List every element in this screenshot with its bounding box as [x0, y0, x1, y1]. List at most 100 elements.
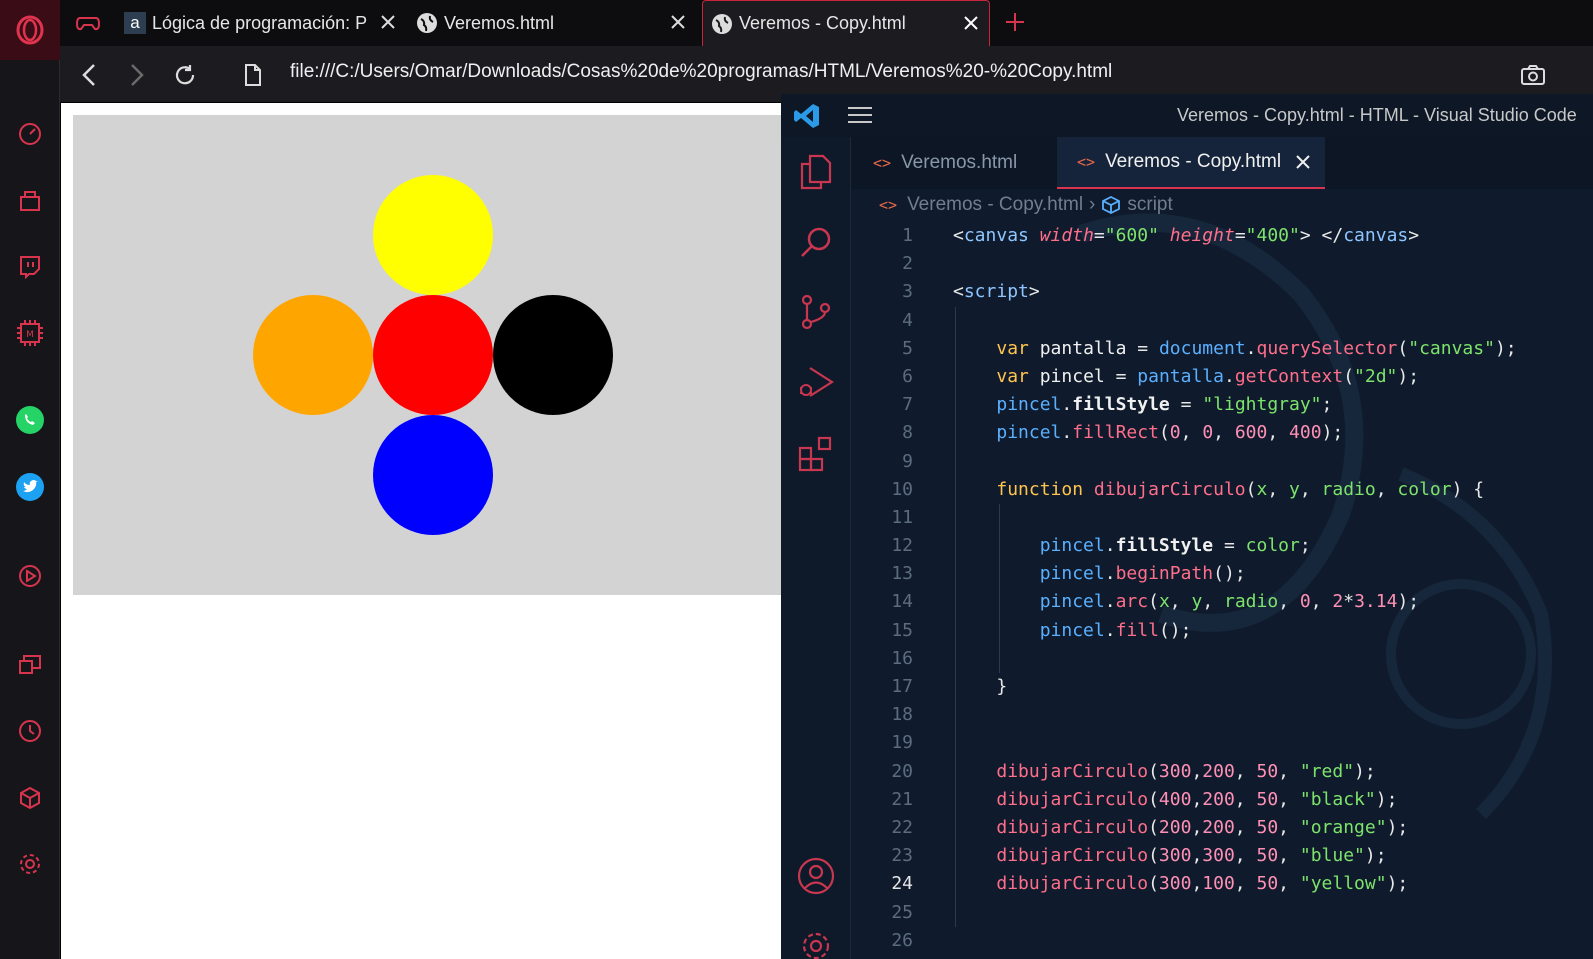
history-icon[interactable]: [14, 715, 46, 747]
code-text: dibujarCirculo(300,200, 50, "red");: [996, 760, 1376, 782]
code-line[interactable]: 15 pincel.fill();: [851, 617, 1593, 645]
code-line[interactable]: 8 pincel.fillRect(0, 0, 600, 400);: [851, 419, 1593, 447]
code-text: <canvas width="600" height="400"> </canv…: [953, 225, 1420, 246]
url-field[interactable]: file:///C:/Users/Omar/Downloads/Cosas%20…: [290, 61, 1112, 83]
code-text: pincel.beginPath();: [1039, 563, 1246, 585]
tabs-overview-icon[interactable]: [14, 649, 46, 681]
whatsapp-icon[interactable]: [14, 404, 46, 436]
code-line[interactable]: 16: [851, 645, 1593, 673]
code-line[interactable]: 3 <script>: [851, 278, 1593, 306]
code-editor[interactable]: 1 <canvas width="600" height="400"> </can…: [851, 222, 1593, 955]
code-text: pincel.fillRect(0, 0, 600, 400);: [996, 422, 1344, 444]
line-number: 25: [891, 901, 913, 923]
source-control-icon[interactable]: [797, 293, 835, 331]
code-line[interactable]: 14 pincel.arc(x, y, radio, 0, 2*3.14);: [851, 588, 1593, 616]
twitch-icon[interactable]: [14, 250, 46, 282]
close-icon[interactable]: [668, 12, 688, 32]
code-line[interactable]: 20 dibujarCirculo(300,200, 50, "red");: [851, 758, 1593, 786]
code-line[interactable]: 26: [851, 927, 1593, 955]
code-line[interactable]: 22 dibujarCirculo(200,200, 50, "orange")…: [851, 814, 1593, 842]
code-line[interactable]: 6 var pincel = pantalla.getContext("2d")…: [851, 363, 1593, 391]
explorer-icon[interactable]: [797, 153, 835, 191]
run-debug-icon[interactable]: [797, 363, 835, 401]
alura-icon: a: [124, 12, 146, 34]
breadcrumb-file[interactable]: Veremos - Copy.html: [907, 194, 1083, 216]
code-line[interactable]: 11: [851, 504, 1593, 532]
tab-veremos-copy[interactable]: Veremos - Copy.html: [702, 0, 990, 46]
code-line[interactable]: 10 function dibujarCirculo(x, y, radio, …: [851, 476, 1593, 504]
indent-guide: [999, 504, 1000, 674]
account-icon[interactable]: [797, 857, 835, 895]
code-line[interactable]: 19: [851, 729, 1593, 757]
code-line[interactable]: 17 }: [851, 673, 1593, 701]
code-line[interactable]: 23 dibujarCirculo(300,300, 50, "blue");: [851, 842, 1593, 870]
code-line[interactable]: 18: [851, 701, 1593, 729]
file-page-icon[interactable]: [240, 62, 266, 88]
new-tab-plus-icon[interactable]: [1004, 11, 1026, 38]
back-icon[interactable]: [76, 62, 102, 88]
circle-blue: [373, 415, 493, 535]
code-line[interactable]: 13 pincel.beginPath();: [851, 560, 1593, 588]
reload-icon[interactable]: [172, 62, 198, 88]
globe-icon: [417, 13, 437, 33]
drawing-canvas: [73, 115, 793, 595]
html-file-icon: <>: [879, 196, 898, 214]
line-number: 2: [902, 253, 913, 275]
memory-chip-icon[interactable]: M: [14, 317, 46, 349]
line-number: 6: [902, 365, 913, 387]
line-number: 23: [891, 845, 913, 867]
line-number: 16: [891, 647, 913, 669]
code-line[interactable]: 25: [851, 899, 1593, 927]
manage-gear-icon[interactable]: [797, 927, 835, 959]
forward-icon[interactable]: [124, 62, 150, 88]
editor-tab-veremos[interactable]: <> Veremos.html: [873, 137, 1053, 189]
extensions-icon[interactable]: [797, 435, 835, 473]
gamepad-icon[interactable]: [75, 12, 101, 39]
code-line[interactable]: 2: [851, 250, 1593, 278]
code-line[interactable]: 24 dibujarCirculo(300,100, 50, "yellow")…: [851, 870, 1593, 898]
extensions-cube-icon[interactable]: [14, 782, 46, 814]
code-line[interactable]: 1 <canvas width="600" height="400"> </can…: [851, 222, 1593, 250]
close-icon[interactable]: [378, 12, 398, 32]
tab-label: Veremos - Copy.html: [739, 13, 906, 33]
editor-tab-label: Veremos - Copy.html: [1105, 151, 1282, 172]
line-number: 18: [891, 704, 913, 726]
editor-tab-veremos-copy[interactable]: <> Veremos - Copy.html: [1057, 137, 1325, 189]
menu-hamburger-icon[interactable]: [847, 106, 873, 129]
line-number: 11: [891, 506, 913, 528]
search-icon[interactable]: [797, 223, 835, 261]
twitter-icon[interactable]: [14, 471, 46, 503]
code-text: pincel.fillStyle = "lightgray";: [996, 394, 1333, 416]
line-number: 24: [891, 873, 913, 895]
code-line[interactable]: 4: [851, 307, 1593, 335]
code-line[interactable]: 12 pincel.fillStyle = color;: [851, 532, 1593, 560]
opera-logo-icon[interactable]: [0, 0, 60, 60]
circle-black: [493, 295, 613, 415]
close-icon[interactable]: [961, 13, 981, 33]
code-text: var pantalla = document.querySelector("c…: [996, 337, 1517, 359]
settings-gear-icon[interactable]: [14, 848, 46, 880]
line-number: 26: [891, 929, 913, 951]
code-line[interactable]: 5 var pantalla = document.querySelector(…: [851, 335, 1593, 363]
shopping-bag-icon[interactable]: [14, 184, 46, 216]
circle-red: [373, 295, 493, 415]
code-line[interactable]: 7 pincel.fillStyle = "lightgray";: [851, 391, 1593, 419]
camera-snapshot-icon[interactable]: [1520, 64, 1546, 91]
code-text: dibujarCirculo(400,200, 50, "black");: [996, 788, 1398, 810]
code-text: pincel.fillStyle = color;: [1039, 535, 1311, 557]
tab-veremos[interactable]: Veremos.html: [416, 0, 696, 46]
code-text: var pincel = pantalla.getContext("2d");: [996, 365, 1420, 387]
tab-label: Veremos.html: [444, 12, 555, 33]
close-icon[interactable]: [1295, 154, 1311, 170]
line-number: 1: [902, 225, 913, 246]
html-file-icon: <>: [873, 154, 892, 172]
code-line[interactable]: 9: [851, 448, 1593, 476]
tab-logica[interactable]: a Lógica de programación: Pr: [124, 0, 406, 46]
code-line[interactable]: 21 dibujarCirculo(400,200, 50, "black");: [851, 786, 1593, 814]
line-number: 4: [902, 309, 913, 331]
web-page: [61, 103, 793, 959]
player-icon[interactable]: [14, 560, 46, 592]
speed-dial-icon[interactable]: [14, 118, 46, 150]
code-text: function dibujarCirculo(x, y, radio, col…: [996, 478, 1485, 500]
breadcrumb-symbol[interactable]: script: [1127, 194, 1172, 216]
